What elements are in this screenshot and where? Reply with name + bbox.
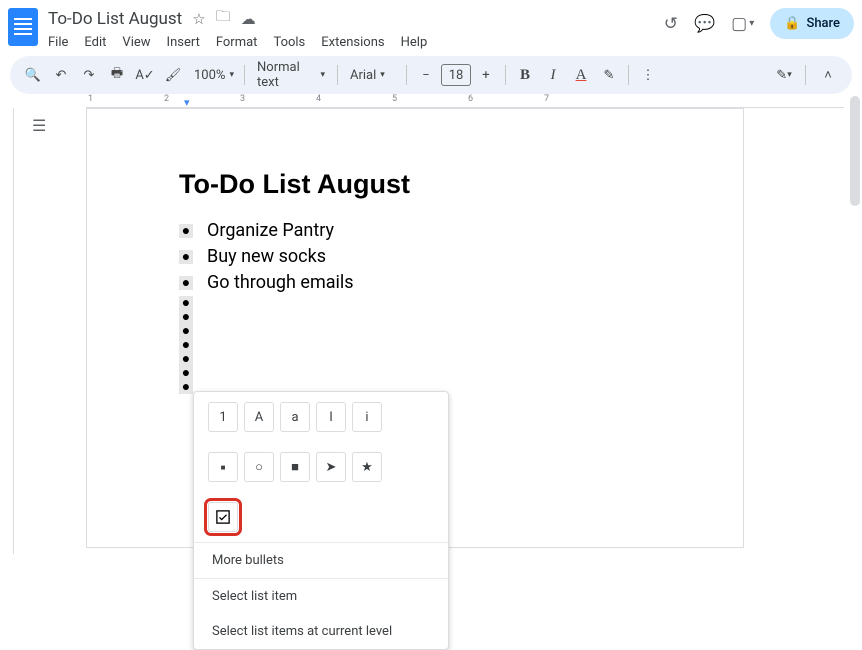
menu-bar: File Edit View Insert Format Tools Exten… <box>48 35 664 50</box>
list-preset-circle[interactable]: ○ <box>244 452 274 482</box>
list-preset-a[interactable]: a <box>280 402 310 432</box>
list-item[interactable]: ● <box>179 366 651 380</box>
select-list-item[interactable]: Select list item <box>194 579 448 614</box>
bullet-context-menu: 1 A a I i ■ ○ ■ ➤ ★ More bullets Select … <box>193 391 449 650</box>
share-label: Share <box>806 16 840 31</box>
separator <box>805 65 806 85</box>
separator <box>505 65 506 85</box>
meet-icon[interactable]: ▢▾ <box>731 14 754 34</box>
font-select[interactable]: Arial▾ <box>344 68 400 83</box>
list-preset-star[interactable]: ★ <box>352 452 382 482</box>
list-item[interactable]: ●Organize Pantry <box>179 218 651 244</box>
redo-icon[interactable]: ↷ <box>76 62 102 88</box>
spellcheck-icon[interactable]: A✓ <box>132 62 158 88</box>
list-preset-I[interactable]: I <box>316 402 346 432</box>
history-icon[interactable]: ↺ <box>664 14 678 34</box>
menu-insert[interactable]: Insert <box>167 35 200 50</box>
star-icon[interactable]: ☆ <box>192 10 205 28</box>
italic-button[interactable]: I <box>540 62 566 88</box>
vertical-ruler[interactable] <box>0 108 14 554</box>
horizontal-ruler[interactable]: ▾ 1 2 3 4 5 6 7 <box>86 94 844 108</box>
comments-icon[interactable]: 💬 <box>694 14 715 34</box>
list-preset-checkbox[interactable] <box>208 502 238 532</box>
checklist-preset-row <box>194 492 448 542</box>
outline-toggle-icon[interactable]: ☰ <box>32 116 46 135</box>
separator <box>337 65 338 85</box>
size-decrease-button[interactable]: − <box>413 62 439 88</box>
docs-logo-icon[interactable] <box>8 8 38 46</box>
font-size-input[interactable]: 18 <box>441 64 471 86</box>
list-preset-dot[interactable]: ■ <box>208 452 238 482</box>
lock-icon: 🔒 <box>784 16 800 31</box>
menu-tools[interactable]: Tools <box>273 35 305 50</box>
bullet-icon[interactable]: ● <box>179 276 193 290</box>
separator <box>628 65 629 85</box>
size-increase-button[interactable]: + <box>473 62 499 88</box>
list-item[interactable]: ●Buy new socks <box>179 244 651 270</box>
title-area: To-Do List August ☆ 🗀 ☁ File Edit View I… <box>48 6 664 50</box>
text-color-button[interactable]: A <box>568 62 594 88</box>
list-item[interactable]: ● <box>179 324 651 338</box>
toolbar: 🔍 ↶ ↷ 🖶 A✓ 🖌 100%▾ Normal text▾ Arial▾ −… <box>10 56 852 94</box>
list-item[interactable]: ● <box>179 310 651 324</box>
select-list-level[interactable]: Select list items at current level <box>194 614 448 649</box>
list-preset-1[interactable]: 1 <box>208 402 238 432</box>
title-bar: To-Do List August ☆ 🗀 ☁ File Edit View I… <box>0 0 862 54</box>
menu-file[interactable]: File <box>48 35 68 50</box>
menu-extensions[interactable]: Extensions <box>321 35 384 50</box>
search-menus-icon[interactable]: 🔍 <box>20 62 46 88</box>
list-preset-square[interactable]: ■ <box>280 452 310 482</box>
collapse-toolbar-icon[interactable]: ˄ <box>814 61 842 89</box>
share-button[interactable]: 🔒 Share <box>770 8 854 39</box>
more-bullets-item[interactable]: More bullets <box>194 543 448 578</box>
separator <box>406 65 407 85</box>
menu-help[interactable]: Help <box>401 35 428 50</box>
paragraph-style-select[interactable]: Normal text▾ <box>251 60 331 90</box>
workspace: ☰ ▾ 1 2 3 4 5 6 7 To-Do List August ●Org… <box>0 94 862 554</box>
undo-icon[interactable]: ↶ <box>48 62 74 88</box>
list-item[interactable]: ● <box>179 296 651 310</box>
document-title[interactable]: To-Do List August <box>48 9 182 29</box>
list-preset-arrow[interactable]: ➤ <box>316 452 346 482</box>
list-item[interactable]: ●Go through emails <box>179 270 651 296</box>
list-item[interactable]: ● <box>179 352 651 366</box>
editing-mode-icon[interactable]: ✎▾ <box>771 62 797 88</box>
bullet-icon[interactable]: ● <box>179 250 193 264</box>
doc-heading[interactable]: To-Do List August <box>179 169 651 200</box>
numbered-presets: 1 A a I i <box>194 392 448 442</box>
print-icon[interactable]: 🖶 <box>104 62 130 88</box>
list-preset-i[interactable]: i <box>352 402 382 432</box>
list-preset-A[interactable]: A <box>244 402 274 432</box>
separator <box>244 65 245 85</box>
bold-button[interactable]: B <box>512 62 538 88</box>
cloud-status-icon[interactable]: ☁ <box>241 10 256 28</box>
highlight-button[interactable]: ✎ <box>596 62 622 88</box>
more-tools-icon[interactable]: ⋮ <box>635 62 661 88</box>
menu-view[interactable]: View <box>122 35 150 50</box>
bullet-presets: ■ ○ ■ ➤ ★ <box>194 442 448 492</box>
menu-format[interactable]: Format <box>216 35 258 50</box>
list-item[interactable]: ● <box>179 338 651 352</box>
menu-edit[interactable]: Edit <box>84 35 106 50</box>
bullet-icon[interactable]: ● <box>179 380 193 394</box>
vertical-scrollbar[interactable] <box>850 96 860 206</box>
zoom-select[interactable]: 100%▾ <box>188 68 238 83</box>
checkbox-icon <box>216 510 230 524</box>
move-icon[interactable]: 🗀 <box>216 6 231 31</box>
bullet-icon[interactable]: ● <box>179 224 193 238</box>
toolbar-right: ✎▾ ˄ <box>771 61 842 89</box>
titlebar-right: ↺ 💬 ▢▾ 🔒 Share <box>664 8 854 39</box>
todo-list: ●Organize Pantry ●Buy new socks ●Go thro… <box>179 218 651 394</box>
paint-format-icon[interactable]: 🖌 <box>160 62 186 88</box>
